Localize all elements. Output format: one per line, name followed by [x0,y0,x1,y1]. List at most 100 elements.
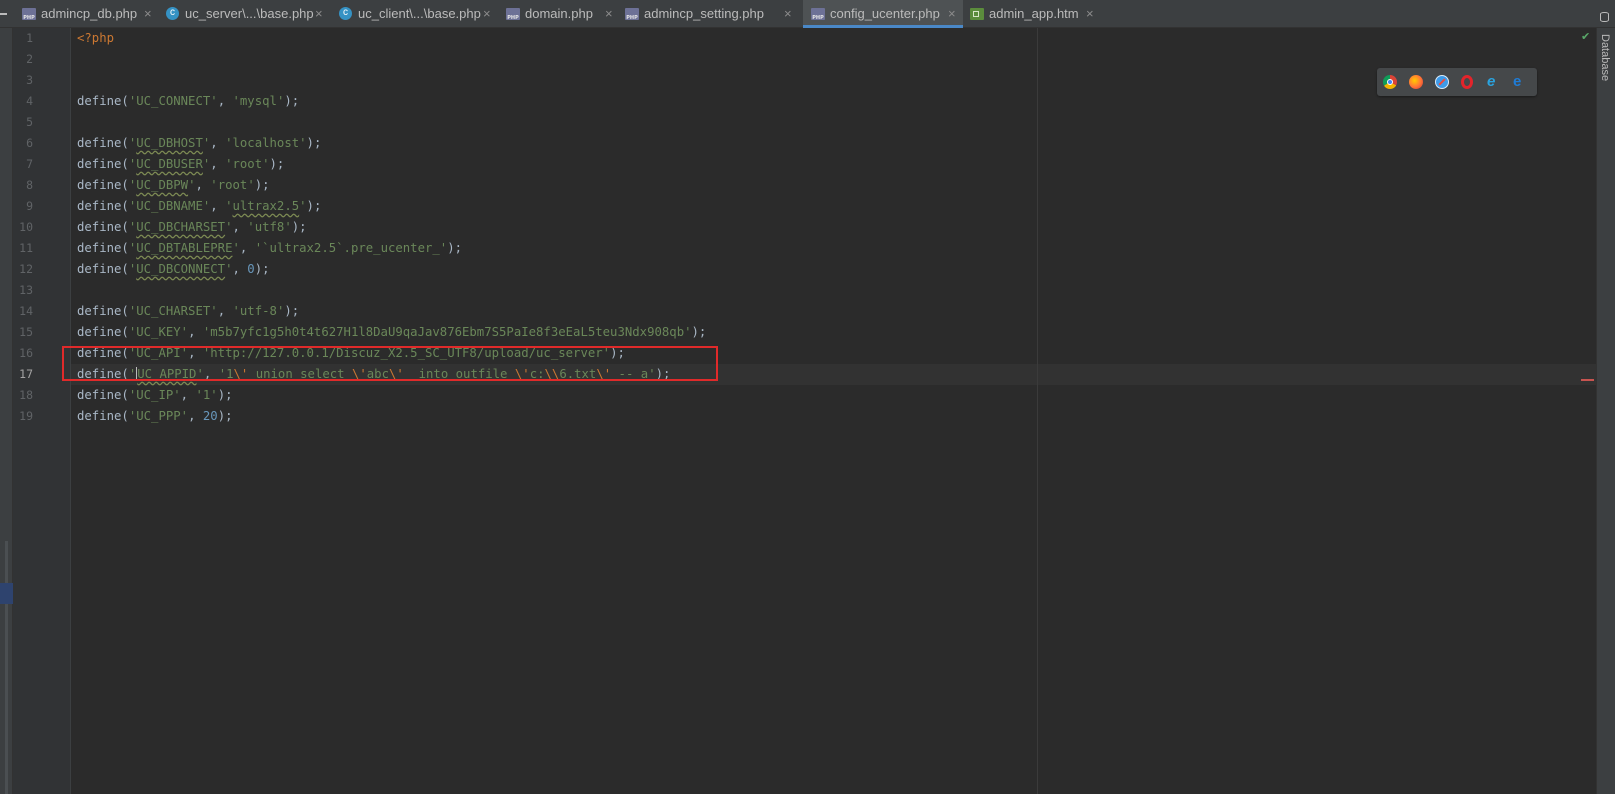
line-number: 18 [19,388,33,402]
line-number: 7 [26,157,33,171]
tab-bar-menu-dash[interactable] [0,13,7,15]
constant-name: UC_DBHOST [136,136,203,150]
code-line-4: define('UC_CONNECT', 'mysql'); [77,94,300,108]
line-number-gutter: 1 2 3 4 5 6 7 8 9 10 11 12 13 14 15 16 1… [13,28,71,794]
tab-admin-app[interactable]: admin_app.htm × [970,0,1100,28]
constant-value: 1 [202,388,211,402]
close-icon[interactable]: × [483,0,491,28]
php-file-icon [625,8,639,21]
php-class-icon [166,7,179,20]
tab-label: admincp_setting.php [644,6,764,21]
close-icon[interactable]: × [315,0,323,28]
constant-name: UC_DBPW [136,178,189,192]
code-line-10: define('UC_DBCHARSET', 'utf8'); [77,220,307,234]
line-number: 2 [26,52,33,66]
php-file-icon [811,8,825,21]
code-line-6: define('UC_DBHOST', 'localhost'); [77,136,322,150]
constant-value: 20 [202,409,218,423]
constant-value: ultrax2.5 [232,199,300,213]
close-icon[interactable]: × [605,0,613,28]
tab-uc-server-base[interactable]: uc_server\...\base.php × [166,0,336,28]
database-icon [1600,12,1609,22]
line-number: 16 [19,346,33,360]
close-icon[interactable]: × [948,0,956,28]
code-editor[interactable]: <?php define('UC_CONNECT', 'mysql'); def… [71,28,1596,794]
tab-label: config_ucenter.php [830,6,940,21]
close-icon[interactable]: × [144,0,152,28]
function-name: define [77,325,122,339]
code-line-9: define('UC_DBNAME', 'ultrax2.5'); [77,199,322,213]
function-name: define [77,241,122,255]
constant-value: localhost [232,136,300,150]
line-number: 15 [19,325,33,339]
function-name: define [77,262,122,276]
function-name: define [77,304,122,318]
php-file-icon [22,8,36,21]
tool-window-marker[interactable] [0,583,13,604]
line-number: 13 [19,283,33,297]
database-tool-window-button[interactable]: Database [1599,34,1611,81]
constant-name: UC_DBNAME [136,199,203,213]
constant-value: root [232,157,263,171]
line-number: 5 [26,115,33,129]
safari-icon[interactable] [1435,75,1449,89]
line-number: 10 [19,220,33,234]
function-name: define [77,157,122,171]
line-number: 4 [26,94,33,108]
tab-admincp-db[interactable]: admincp_db.php × [22,0,164,28]
constant-value: mysql [239,94,277,108]
constant-name: UC_DBCHARSET [136,220,226,234]
tab-admincp-setting[interactable]: admincp_setting.php × [625,0,801,28]
tab-label: domain.php [525,6,593,21]
line-number: 3 [26,73,33,87]
php-open-tag: <?php [77,31,115,45]
close-icon[interactable]: × [784,0,792,28]
constant-value: utf8 [254,220,285,234]
constant-name: UC_IP [136,388,174,402]
constant-name: UC_DBUSER [136,157,203,171]
function-name: define [77,388,122,402]
constant-name: UC_PPP [136,409,181,423]
line-number: 11 [19,241,33,255]
right-tool-strip: Database [1596,28,1615,794]
annotation-highlight-box [62,346,718,381]
code-line-15: define('UC_KEY', 'm5b7yfc1g5h0t4t627H1l8… [77,325,707,339]
line-number: 6 [26,136,33,150]
ie-icon[interactable]: e [1487,74,1501,89]
line-number: 12 [19,262,33,276]
constant-value: m5b7yfc1g5h0t4t627H1l8DaU9qaJav876Ebm7S5… [210,325,685,339]
line-number: 14 [19,304,33,318]
constant-value: root [217,178,248,192]
inspection-ok-check-icon[interactable]: ✔ [1581,30,1590,43]
tab-label: uc_server\...\base.php [185,6,314,21]
tab-domain[interactable]: domain.php × [506,0,626,28]
code-line-19: define('UC_PPP', 20); [77,409,233,423]
close-icon[interactable]: × [1086,0,1094,28]
opera-icon[interactable] [1461,75,1473,89]
constant-value: utf-8 [239,304,277,318]
constant-name: UC_CONNECT [136,94,211,108]
structure-scroll-marker[interactable] [5,541,8,794]
function-name: define [77,199,122,213]
line-number: 9 [26,199,33,213]
code-line-11: define('UC_DBTABLEPRE', '`ultrax2.5`.pre… [77,241,463,255]
edge-icon[interactable]: e [1513,74,1527,89]
function-name: define [77,178,122,192]
code-line-7: define('UC_DBUSER', 'root'); [77,157,285,171]
line-number: 1 [26,31,33,45]
code-line-18: define('UC_IP', '1'); [77,388,233,402]
line-number: 19 [19,409,33,423]
chrome-icon[interactable] [1383,75,1397,89]
firefox-icon[interactable] [1409,75,1423,89]
php-class-icon [339,7,352,20]
tab-config-ucenter[interactable]: config_ucenter.php × [803,0,963,28]
line-number-current: 17 [19,367,33,381]
error-stripe-marker[interactable] [1581,379,1594,381]
tab-uc-client-base[interactable]: uc_client\...\base.php × [339,0,505,28]
tab-label: admin_app.htm [989,6,1079,21]
html-file-icon [970,8,984,20]
constant-name: UC_DBCONNECT [136,262,226,276]
constant-name: UC_KEY [136,325,181,339]
code-line-12: define('UC_DBCONNECT', 0); [77,262,270,276]
constant-value: 0 [247,262,255,276]
